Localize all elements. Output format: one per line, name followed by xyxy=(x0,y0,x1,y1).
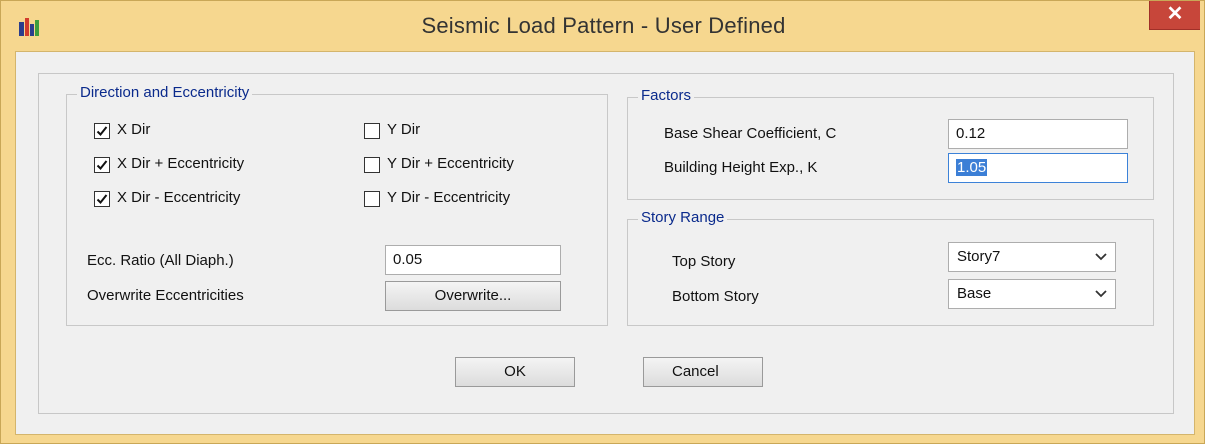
height-exp-input[interactable]: 1.05 xyxy=(948,153,1128,183)
x-dir-plus-ecc-label[interactable]: X Dir + Eccentricity xyxy=(117,155,244,172)
cancel-button[interactable]: Cancel xyxy=(643,357,763,387)
top-story-value: Story7 xyxy=(957,248,1001,265)
overwrite-eccentricities-label: Overwrite Eccentricities xyxy=(87,287,244,304)
height-exp-label: Building Height Exp., K xyxy=(664,159,818,176)
bottom-story-label: Bottom Story xyxy=(672,288,759,305)
dialog-client-area: Direction and Eccentricity X Dir X Dir +… xyxy=(15,51,1195,435)
height-exp-value: 1.05 xyxy=(956,159,988,176)
direction-eccentricity-group: Direction and Eccentricity X Dir X Dir +… xyxy=(66,84,608,326)
y-dir-checkbox[interactable] xyxy=(364,123,380,139)
checkmark-icon xyxy=(96,126,108,136)
x-dir-plus-ecc-checkbox[interactable] xyxy=(94,157,110,173)
story-range-title: Story Range xyxy=(638,209,728,226)
top-story-label: Top Story xyxy=(672,253,736,270)
close-icon: ✕ xyxy=(1166,3,1184,25)
bottom-story-select[interactable]: Base xyxy=(948,279,1116,309)
top-story-select[interactable]: Story7 xyxy=(948,242,1116,272)
y-dir-plus-ecc-label[interactable]: Y Dir + Eccentricity xyxy=(387,155,514,172)
y-dir-plus-ecc-checkbox[interactable] xyxy=(364,157,380,173)
factors-group: Factors Base Shear Coefficient, C 0.12 B… xyxy=(627,87,1154,200)
x-dir-minus-ecc-label[interactable]: X Dir - Eccentricity xyxy=(117,189,240,206)
x-dir-checkbox[interactable] xyxy=(94,123,110,139)
chevron-down-icon xyxy=(1095,253,1107,261)
direction-eccentricity-title: Direction and Eccentricity xyxy=(77,84,253,101)
bottom-story-value: Base xyxy=(957,285,992,302)
ecc-ratio-input[interactable]: 0.05 xyxy=(385,245,561,275)
x-dir-label[interactable]: X Dir xyxy=(117,121,150,138)
checkmark-icon xyxy=(96,160,108,170)
y-dir-minus-ecc-label[interactable]: Y Dir - Eccentricity xyxy=(387,189,510,206)
story-range-group: Story Range Top Story Story7 Bottom Stor… xyxy=(627,209,1154,326)
y-dir-label[interactable]: Y Dir xyxy=(387,121,420,138)
checkmark-icon xyxy=(96,194,108,204)
ok-button[interactable]: OK xyxy=(455,357,575,387)
x-dir-minus-ecc-checkbox[interactable] xyxy=(94,191,110,207)
title-bar[interactable]: Seismic Load Pattern - User Defined ✕ xyxy=(1,1,1205,53)
y-dir-minus-ecc-checkbox[interactable] xyxy=(364,191,380,207)
factors-title: Factors xyxy=(638,87,695,104)
close-button[interactable]: ✕ xyxy=(1149,1,1200,30)
ecc-ratio-label: Ecc. Ratio (All Diaph.) xyxy=(87,252,234,269)
overwrite-button[interactable]: Overwrite... xyxy=(385,281,561,311)
base-shear-label: Base Shear Coefficient, C xyxy=(664,125,837,142)
window-title: Seismic Load Pattern - User Defined xyxy=(421,13,786,38)
base-shear-input[interactable]: 0.12 xyxy=(948,119,1128,149)
dialog-inner-frame: Direction and Eccentricity X Dir X Dir +… xyxy=(38,73,1174,414)
chevron-down-icon xyxy=(1095,290,1107,298)
dialog-window: Seismic Load Pattern - User Defined ✕ Di… xyxy=(0,0,1205,444)
